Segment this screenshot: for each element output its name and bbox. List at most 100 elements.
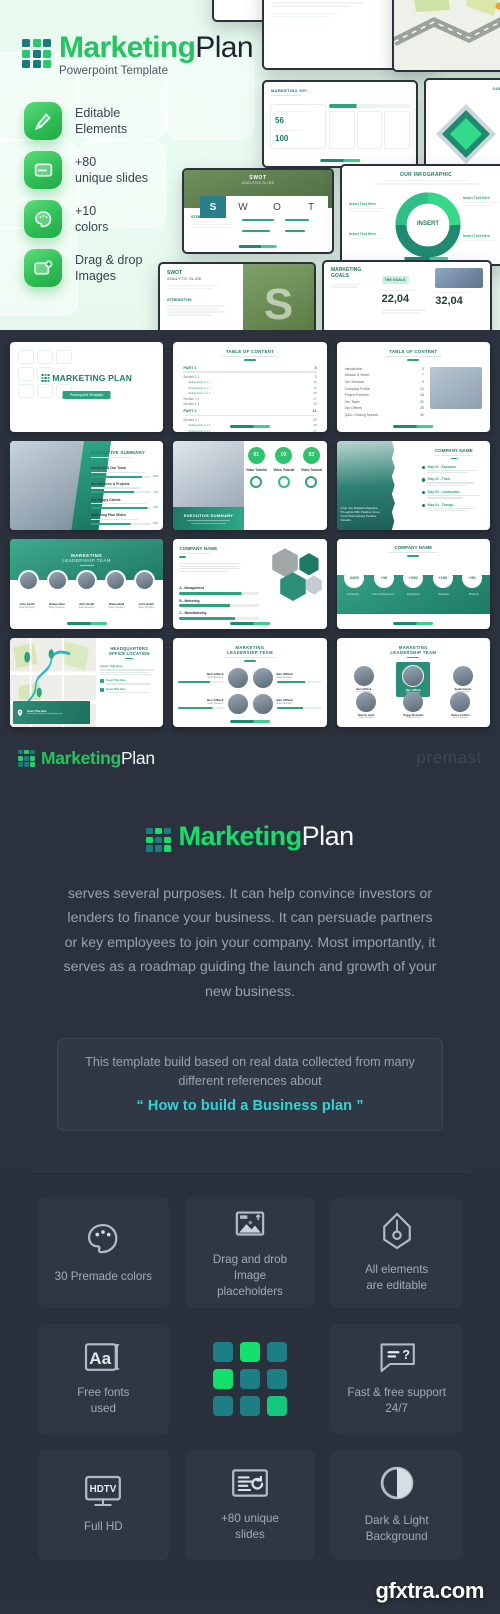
slide-title: EXECUTIVE SUMMARY: [90, 449, 146, 455]
stat-value: +150: [432, 567, 453, 588]
toc-section: Section 1.3: [183, 402, 200, 407]
bar-label: A - Management: [179, 586, 204, 591]
feature-line-1: Drag & drop: [75, 253, 143, 267]
leadership-team-6-slide-thumb[interactable]: MARKETING LEADERSHIP TEAM Ben Affleck Sa…: [336, 637, 490, 728]
toc-subsection: Subsection 3 x.x: [188, 391, 211, 396]
company-name-stats-slide-thumb[interactable]: COMPANY NAME 2300 +30 +200 +150 +50 Cust…: [336, 539, 490, 629]
toc-page: 30: [420, 413, 424, 417]
leadership-team-5-slide-thumb[interactable]: MARKETING LEADERSHIP TEAM John Smith Sale…: [10, 539, 164, 629]
feature-caption: Full HD: [84, 1520, 123, 1534]
panel-title: MarketingPlan: [179, 822, 355, 850]
kpi-stat-1: 56: [275, 115, 284, 125]
toc-section: Section 1.2: [183, 396, 200, 401]
cover-slide-thumb[interactable]: MARKETING PLAN Powerpoint Template: [10, 342, 164, 432]
city-quote: Drop You Replace Negative Thoughts With …: [340, 506, 381, 523]
goals-badge: THE GOALS: [381, 276, 409, 284]
brand-title-green: Marketing: [59, 31, 196, 64]
panel-brand-lockup: MarketingPlan: [146, 822, 355, 852]
leadership-team-4-slide-thumb[interactable]: MARKETING LEADERSHIP TEAM Ben Affleck Sa…: [173, 637, 327, 728]
feature-line-1: +80: [75, 155, 97, 169]
mini-slide-title: MARKETING KPI: [271, 88, 307, 93]
brand-bar-title-light: Plan: [120, 747, 155, 768]
bar-label: B - Marketing: [179, 598, 200, 603]
hero-feature-item: +80 unique slides: [24, 151, 148, 189]
feature-card-image-placeholders: Drag and drob Image placeholders: [184, 1197, 316, 1308]
toc-section: Section 1.1: [183, 374, 200, 379]
step-label: Step 01 - Exposure: [427, 464, 457, 469]
hero-section: OFFICE LOCATION MARKETING KPI: [0, 0, 500, 330]
feature-line-2: colors: [75, 220, 109, 234]
slide-title: COMPANY NAME: [179, 546, 218, 552]
hdtv-icon: HDTV: [85, 1476, 122, 1507]
swot-letter-w: W: [226, 196, 260, 218]
svg-text:?: ?: [402, 1349, 410, 1363]
slide-subtitle: LEADERSHIP TEAM: [390, 649, 437, 655]
toc-part-label: PART 1: [183, 365, 197, 370]
toc-item: Mission & Vision: [344, 373, 370, 378]
company-name-hexagon-slide-thumb[interactable]: COMPANY NAME A - Management B - Marketin…: [173, 539, 327, 629]
mini-slide-subtitle: ANALYTIC SLIDE: [167, 276, 202, 281]
quote-box: This template build based on real data c…: [57, 1038, 443, 1131]
caption: Video Tutorial: [300, 467, 322, 472]
toc-item: Our Services: [344, 380, 365, 385]
slides-count-icon: [232, 1469, 268, 1498]
headquarters-map-slide-thumb[interactable]: Insert Title Here Insert your text here,…: [10, 637, 164, 728]
feature-card-color-grid: [185, 1324, 316, 1434]
svg-text:INSERT: INSERT: [417, 221, 439, 227]
toc-1-slide-thumb[interactable]: TABLE OF CONTENT PART 13 Section 1.1 5 Su…: [173, 342, 327, 432]
executive-summary-1-slide-thumb[interactable]: EXECUTIVE SUMMARY About Us & Our Team 85…: [10, 440, 164, 531]
step-label: Step 03 - Contraction: [427, 489, 460, 494]
feature-caption: Drag and drob Image placeholders: [212, 1252, 288, 1298]
hero-feature-item: Drag & drop Images: [24, 249, 148, 287]
swot-letter-s: S: [200, 196, 226, 218]
toc-item: Q&A / Closing Speech: [344, 413, 379, 417]
feature-card-free-fonts: Aa Free fonts used: [38, 1323, 169, 1434]
stat-label: Employees: [407, 592, 420, 596]
pen-nib-icon: [382, 1212, 411, 1250]
brand-subtitle: Powerpoint Template: [59, 65, 169, 77]
stat-value: +50: [462, 567, 483, 588]
company-name-city-slide-thumb[interactable]: Drop You Replace Negative Thoughts With …: [336, 440, 490, 531]
mini-slide-swot: SWOT ANALYSIS SLIDE S W O T STRENGTHS: [182, 168, 334, 254]
feature-caption: Dark & Light Background: [364, 1514, 429, 1544]
hero-feature-item: +10 colors: [24, 200, 148, 238]
color-dot-grid-icon: [212, 1341, 287, 1416]
mini-slide-swot-s: SWOT ANALYTIC SLIDE STRENGTHS S: [158, 262, 316, 330]
mini-slide-our-infographic-hex: OUR INFOGRAPHIC: [424, 78, 500, 170]
kpi-stat-2: 100: [275, 134, 289, 144]
bar-label: Our Services & Projects: [90, 482, 130, 487]
feature-card-dark-light-bg: Dark & Light Background: [331, 1449, 462, 1560]
map-graphic-icon: [394, 0, 500, 70]
logo-grid-icon: [146, 827, 171, 852]
swot-letter-t: T: [294, 196, 328, 218]
drag-drop-image-icon: [24, 249, 62, 287]
mini-slide-title: OUR INFOGRAPHIC: [400, 172, 452, 178]
quote-intro: This template build based on real data c…: [85, 1055, 415, 1088]
feature-line-2: unique slides: [75, 171, 148, 185]
description-panel: MarketingPlan serves several purposes. I…: [0, 781, 500, 1172]
brand-bar-title: MarketingPlan: [41, 748, 155, 769]
step-badge: 03: [302, 446, 320, 464]
contrast-circle-icon: [380, 1467, 413, 1500]
map-pin-icon: [17, 709, 23, 717]
mini-slide-title: OUR INFOGRAPHIC: [492, 86, 500, 91]
feature-line-1: +10: [75, 204, 97, 218]
bar-label: Marketing Plan Slides: [90, 513, 126, 518]
slide-thumbnail-grid: MARKETING PLAN Powerpoint Template TABLE…: [0, 330, 500, 736]
toc-item: Introduction: [344, 366, 363, 371]
slide-subtitle: LEADERSHIP TEAM: [227, 649, 273, 655]
bar-label: Our Happy Clients: [90, 497, 121, 502]
feature-caption: 30 Premade colors: [54, 1270, 152, 1284]
thumbnail-row: MARKETING PLAN Powerpoint Template TABLE…: [10, 342, 490, 432]
stat-label: Products: [468, 592, 479, 596]
toc-2-slide-thumb[interactable]: TABLE OF CONTENT Introduction 3 Mission &…: [336, 342, 490, 432]
svg-text:Aa: Aa: [90, 1349, 112, 1368]
bar-label: C - Manufacturing: [179, 611, 207, 616]
toc-page: 22: [420, 399, 424, 404]
support-chat-icon: ?: [380, 1343, 415, 1373]
bar-label: About Us & Our Team: [90, 466, 126, 471]
toc-page: 9: [421, 380, 424, 385]
hexagon-graphic-icon: [436, 104, 496, 164]
executive-summary-2-slide-thumb[interactable]: EXECUTIVE SUMMARY 01 02 03 Video Tutoria…: [173, 440, 327, 531]
feature-caption: Fast & free support 24/7: [347, 1386, 446, 1416]
